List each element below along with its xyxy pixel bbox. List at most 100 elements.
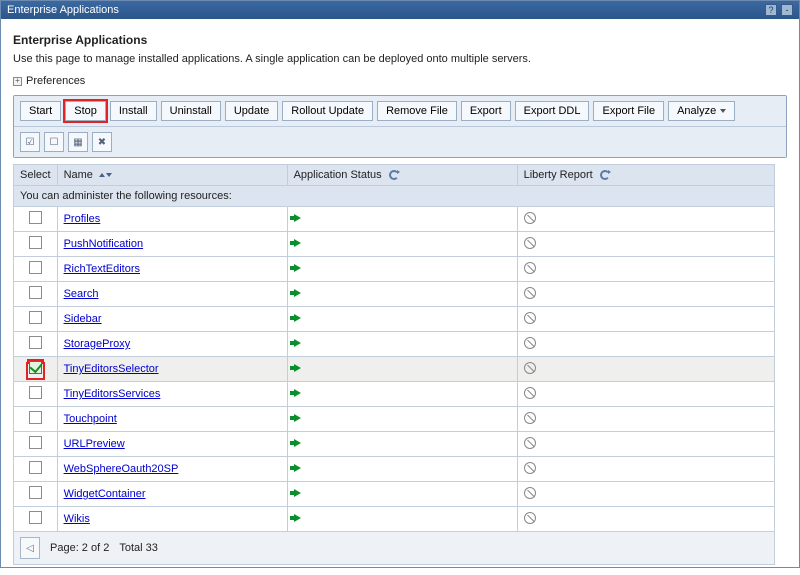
table-row: Wikis (14, 507, 775, 532)
col-report[interactable]: Liberty Report (517, 165, 774, 186)
row-checkbox[interactable] (29, 336, 42, 349)
select-cell[interactable] (14, 307, 58, 332)
row-checkbox[interactable] (29, 486, 42, 499)
app-link[interactable]: Profiles (64, 213, 101, 225)
empty-report-icon (524, 462, 536, 474)
table-row: WidgetContainer (14, 482, 775, 507)
row-checkbox[interactable] (29, 461, 42, 474)
empty-report-icon (524, 237, 536, 249)
select-all-icon[interactable]: ☑ (20, 132, 40, 152)
report-cell (517, 482, 774, 507)
app-link[interactable]: TinyEditorsSelector (64, 363, 159, 375)
admin-note: You can administer the following resourc… (14, 186, 775, 207)
app-link[interactable]: Wikis (64, 513, 90, 525)
name-cell: Profiles (57, 207, 287, 232)
export-ddl-button[interactable]: Export DDL (515, 101, 590, 121)
running-icon (294, 214, 301, 222)
running-icon (294, 464, 301, 472)
total-info: Total 33 (119, 542, 158, 554)
status-cell (287, 332, 517, 357)
filter-icon[interactable]: ▦ (68, 132, 88, 152)
app-link[interactable]: URLPreview (64, 438, 125, 450)
status-cell (287, 457, 517, 482)
app-link[interactable]: StorageProxy (64, 338, 131, 350)
sort-icon[interactable] (99, 173, 112, 177)
name-cell: WidgetContainer (57, 482, 287, 507)
minimize-icon[interactable]: - (781, 4, 793, 16)
row-checkbox[interactable] (29, 411, 42, 424)
table-row: WebSphereOauth20SP (14, 457, 775, 482)
empty-report-icon (524, 512, 536, 524)
preferences-toggle[interactable]: + Preferences (13, 75, 787, 87)
row-checkbox[interactable] (29, 236, 42, 249)
select-cell[interactable] (14, 507, 58, 532)
table-row: Touchpoint (14, 407, 775, 432)
app-link[interactable]: Search (64, 288, 99, 300)
app-link[interactable]: RichTextEditors (64, 263, 140, 275)
report-cell (517, 407, 774, 432)
row-checkbox[interactable] (29, 286, 42, 299)
row-checkbox[interactable] (29, 311, 42, 324)
stop-button[interactable]: Stop (65, 101, 106, 121)
report-cell (517, 257, 774, 282)
select-cell[interactable] (14, 407, 58, 432)
report-cell (517, 332, 774, 357)
previous-page-button[interactable]: ◁ (20, 537, 40, 559)
table-row: StorageProxy (14, 332, 775, 357)
name-cell: TinyEditorsServices (57, 382, 287, 407)
export-file-button[interactable]: Export File (593, 101, 664, 121)
app-link[interactable]: WidgetContainer (64, 488, 146, 500)
table-row: PushNotification (14, 232, 775, 257)
report-cell (517, 457, 774, 482)
row-checkbox[interactable] (29, 436, 42, 449)
pager: ◁ Page: 2 of 2 Total 33 (13, 532, 775, 565)
select-cell[interactable] (14, 282, 58, 307)
select-cell[interactable] (14, 207, 58, 232)
select-cell[interactable] (14, 457, 58, 482)
row-checkbox[interactable] (29, 261, 42, 274)
col-select: Select (14, 165, 58, 186)
app-link[interactable]: Touchpoint (64, 413, 117, 425)
app-link[interactable]: Sidebar (64, 313, 102, 325)
rollout-update-button[interactable]: Rollout Update (282, 101, 373, 121)
col-status[interactable]: Application Status (287, 165, 517, 186)
status-cell (287, 307, 517, 332)
remove-file-button[interactable]: Remove File (377, 101, 457, 121)
app-link[interactable]: PushNotification (64, 238, 144, 250)
export-button[interactable]: Export (461, 101, 511, 121)
running-icon (294, 264, 301, 272)
app-link[interactable]: WebSphereOauth20SP (64, 463, 179, 475)
select-cell[interactable] (14, 357, 58, 382)
name-cell: PushNotification (57, 232, 287, 257)
refresh-icon[interactable] (389, 170, 399, 180)
start-button[interactable]: Start (20, 101, 61, 121)
expand-icon: + (13, 77, 22, 86)
deselect-all-icon[interactable]: ☐ (44, 132, 64, 152)
empty-report-icon (524, 287, 536, 299)
empty-report-icon (524, 437, 536, 449)
table-row: Sidebar (14, 307, 775, 332)
select-cell[interactable] (14, 257, 58, 282)
row-checkbox[interactable] (29, 386, 42, 399)
app-link[interactable]: TinyEditorsServices (64, 388, 161, 400)
row-checkbox[interactable] (29, 511, 42, 524)
page-description: Use this page to manage installed applic… (13, 53, 787, 65)
select-cell[interactable] (14, 332, 58, 357)
update-button[interactable]: Update (225, 101, 278, 121)
select-cell[interactable] (14, 432, 58, 457)
name-cell: Touchpoint (57, 407, 287, 432)
report-cell (517, 382, 774, 407)
col-name[interactable]: Name (57, 165, 287, 186)
help-icon[interactable]: ? (765, 4, 777, 16)
select-cell[interactable] (14, 382, 58, 407)
row-checkbox[interactable] (29, 361, 42, 374)
clear-filter-icon[interactable]: ✖ (92, 132, 112, 152)
select-cell[interactable] (14, 482, 58, 507)
select-cell[interactable] (14, 232, 58, 257)
empty-report-icon (524, 412, 536, 424)
uninstall-button[interactable]: Uninstall (161, 101, 221, 121)
refresh-icon[interactable] (600, 170, 610, 180)
install-button[interactable]: Install (110, 101, 157, 121)
row-checkbox[interactable] (29, 211, 42, 224)
analyze-button[interactable]: Analyze (668, 101, 735, 121)
